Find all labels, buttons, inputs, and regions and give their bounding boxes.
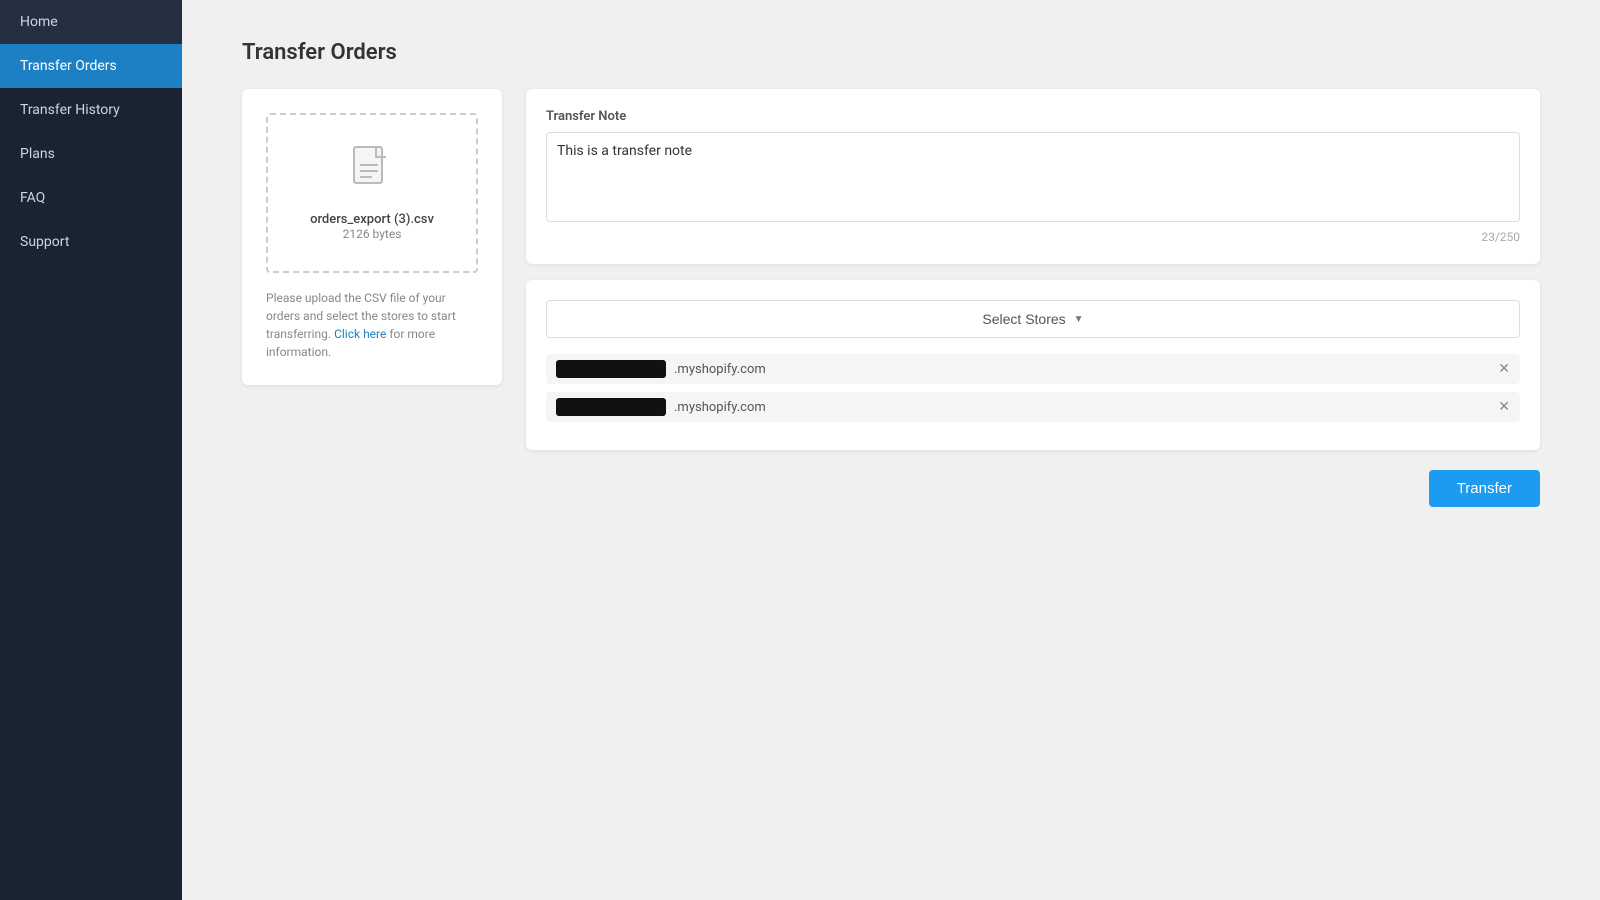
sidebar-item-transfer-history[interactable]: Transfer History [0,88,182,132]
page-title: Transfer Orders [242,40,1540,65]
store-tag-1: .myshopify.com ✕ [546,354,1520,384]
drop-zone[interactable]: orders_export (3).csv 2126 bytes [266,113,478,273]
sidebar-item-faq[interactable]: FAQ [0,176,182,220]
store-name-redacted-1 [556,360,666,378]
transfer-note-textarea[interactable]: This is a transfer note [546,132,1520,222]
sidebar-item-plans[interactable]: Plans [0,132,182,176]
file-name: orders_export (3).csv [310,212,434,227]
click-here-link[interactable]: Click here [334,327,386,341]
file-size: 2126 bytes [343,227,402,241]
transfer-note-label: Transfer Note [546,109,1520,124]
sidebar-item-support[interactable]: Support [0,220,182,264]
store-domain-2: .myshopify.com [674,400,766,415]
transfer-button[interactable]: Transfer [1429,470,1540,507]
store-domain-1: .myshopify.com [674,362,766,377]
note-counter: 23/250 [546,230,1520,244]
upload-instructions: Please upload the CSV file of your order… [266,289,478,361]
transfer-note-card: Transfer Note This is a transfer note 23… [526,89,1540,264]
right-panel: Transfer Note This is a transfer note 23… [526,89,1540,507]
transfer-btn-row: Transfer [526,470,1540,507]
main-content: Transfer Orders orders_export (3).csv 21… [182,0,1600,900]
upload-card: orders_export (3).csv 2126 bytes Please … [242,89,502,385]
sidebar: Home Transfer Orders Transfer History Pl… [0,0,182,900]
store-remove-button-2[interactable]: ✕ [1498,400,1510,414]
store-remove-button-1[interactable]: ✕ [1498,362,1510,376]
cards-row: orders_export (3).csv 2126 bytes Please … [242,89,1540,507]
stores-card: Select Stores ▼ .myshopify.com ✕ .myshop… [526,280,1540,450]
chevron-down-icon: ▼ [1074,314,1084,325]
select-stores-button[interactable]: Select Stores ▼ [546,300,1520,338]
file-icon [352,145,392,202]
sidebar-item-home[interactable]: Home [0,0,182,44]
store-name-redacted-2 [556,398,666,416]
sidebar-item-transfer-orders[interactable]: Transfer Orders [0,44,182,88]
store-tag-2: .myshopify.com ✕ [546,392,1520,422]
